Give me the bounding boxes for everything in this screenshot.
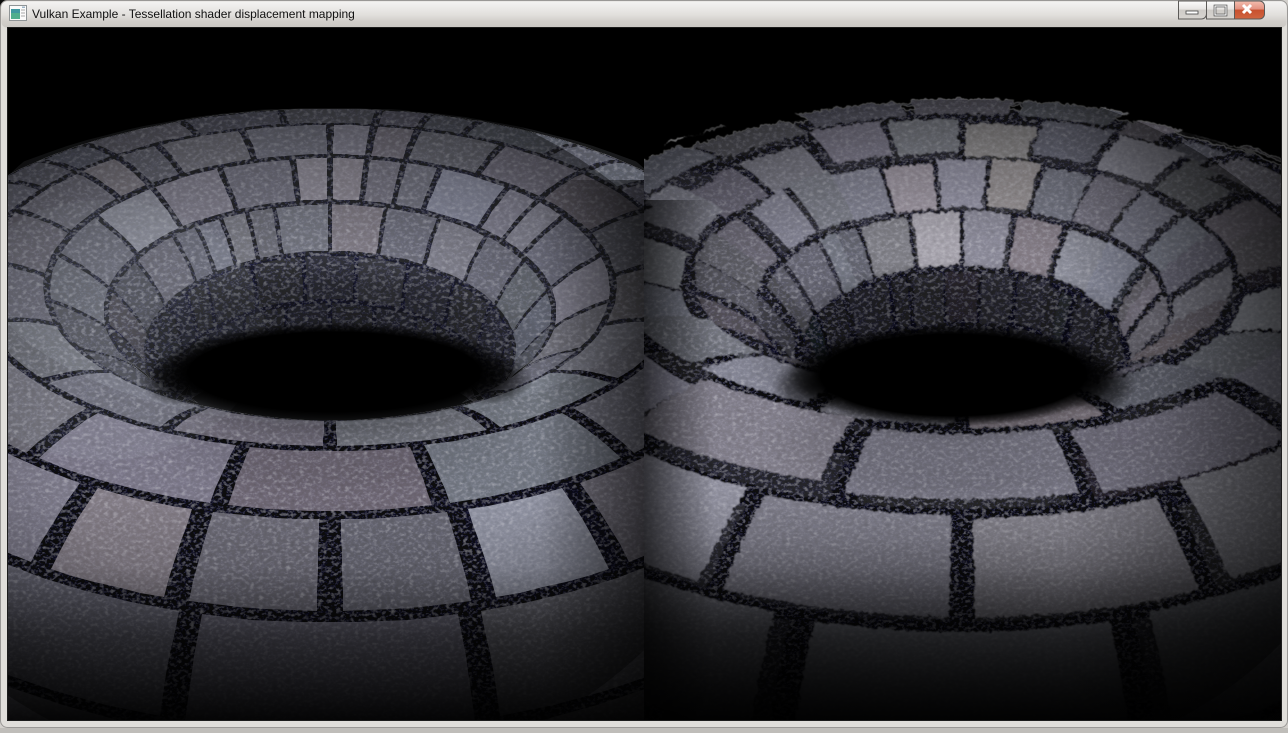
- svg-text:Vulkan Example - Tessellation: Vulkan Example - Tessellation shader dis…: [32, 7, 355, 21]
